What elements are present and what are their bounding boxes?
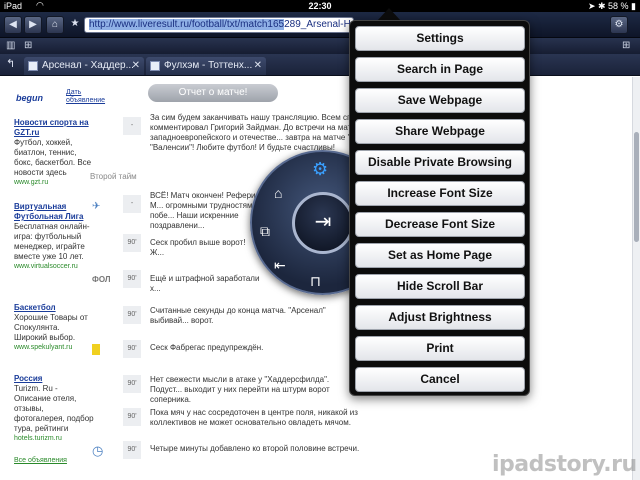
- ad-block: Баскетбол Хорошие Товары от Спокулянта. …: [14, 303, 94, 353]
- event-text: Считанные секунды до конца матча. "Арсен…: [150, 306, 326, 325]
- menu-item-hide-scroll-bar[interactable]: Hide Scroll Bar: [355, 274, 525, 299]
- bookmarks-bar: ▥ ⊞ ⊞: [0, 38, 640, 54]
- ad-text: Бесплатная онлайн-игра: футбольный менед…: [14, 222, 90, 261]
- ad-title-link[interactable]: Виртуальная Футбольная Лига: [14, 202, 94, 222]
- event-text: Ещё и штрафной заработали х...: [150, 274, 260, 293]
- event-minute: 90': [123, 270, 141, 288]
- ad-block: Виртуальная Футбольная Лига Бесплатная о…: [14, 202, 94, 272]
- menu-item-set-as-home-page[interactable]: Set as Home Page: [355, 243, 525, 268]
- home-icon[interactable]: ⌂: [274, 186, 282, 200]
- gear-icon: ⚙: [614, 19, 624, 30]
- url-rest-text: 289_Arsenal-Huddersf: [284, 19, 353, 30]
- post-ad-link[interactable]: Дать объявление: [66, 89, 105, 105]
- event-minute: 90': [123, 441, 141, 459]
- ad-title-link[interactable]: Россия: [14, 374, 94, 384]
- event-text: Пока мяч у нас сосредоточен в центре пол…: [150, 408, 358, 427]
- menu-item-cancel[interactable]: Cancel: [355, 367, 525, 392]
- tab-label: Арсенал - Хаддер...: [42, 60, 134, 71]
- ad-title-link[interactable]: Новости спорта на GZT.ru: [14, 118, 94, 138]
- radial-center-button[interactable]: ⇥: [292, 192, 354, 254]
- begun-logo[interactable]: begun: [16, 93, 43, 103]
- tab-favicon-icon: [150, 61, 160, 71]
- star-icon: ★: [70, 18, 80, 29]
- status-bar: iPad ◠ 22:30 ➤ ✱ 58 % ▮: [0, 0, 640, 12]
- exit-fullscreen-icon[interactable]: ⇤: [274, 258, 286, 272]
- add-tab-icon[interactable]: ⊞: [622, 40, 630, 51]
- ad-block: Россия Turizm. Ru - Описание отеля, отзы…: [14, 374, 94, 444]
- event-text: Нет свежести мысли в атаке у "Хаддерсфил…: [150, 375, 330, 404]
- battery-indicator: ➤ ✱ 58 % ▮: [587, 1, 636, 11]
- all-ads-link[interactable]: Все объявления: [14, 456, 94, 466]
- ad-title-link[interactable]: Баскетбол: [14, 303, 94, 313]
- half-label: Второй тайм: [90, 172, 137, 181]
- yellow-card-icon: [92, 344, 100, 355]
- options-menu: Settings Search in Page Save Webpage Sha…: [349, 20, 530, 396]
- tab-arsenal[interactable]: Арсенал - Хаддер... ✕: [24, 57, 144, 75]
- url-field[interactable]: http://www.liveresult.ru/football/txt/ma…: [84, 17, 354, 33]
- match-report-button[interactable]: Отчет о матче!: [148, 84, 278, 102]
- event-minute: 90': [123, 408, 141, 426]
- menu-item-search-in-page[interactable]: Search in Page: [355, 57, 525, 82]
- clock: 22:30: [308, 1, 332, 11]
- event-minute: -: [123, 117, 141, 135]
- menu-item-adjust-brightness[interactable]: Adjust Brightness: [355, 305, 525, 330]
- tab-back-icon[interactable]: ↰: [6, 57, 15, 70]
- event-text: Четыре минуты добавлено ко второй полови…: [150, 444, 360, 453]
- menu-item-disable-private-browsing[interactable]: Disable Private Browsing: [355, 150, 525, 175]
- browser-toolbar: ◀ ▶ ⌂ ★ http://www.liveresult.ru/footbal…: [0, 12, 640, 38]
- exit-icon: ⇥: [314, 211, 332, 233]
- watermark: ipadstory.ru: [492, 452, 637, 477]
- forward-button[interactable]: ▶: [24, 16, 42, 34]
- tabs-icon[interactable]: ⧉: [260, 224, 270, 238]
- ad-text: Футбол, хоккей, биатлон, теннис, бокс, б…: [14, 138, 92, 177]
- url-selected-text: http://www.liveresult.ru/football/txt/ma…: [89, 19, 285, 30]
- back-button[interactable]: ◀: [4, 16, 22, 34]
- bookmarks-icon[interactable]: ▥: [6, 40, 15, 51]
- grid-icon[interactable]: ⊞: [24, 40, 32, 51]
- menu-item-save-webpage[interactable]: Save Webpage: [355, 88, 525, 113]
- menu-item-print[interactable]: Print: [355, 336, 525, 361]
- tab-label: Фулхэм - Тоттенх...: [164, 60, 253, 71]
- foul-icon: ФОЛ: [92, 275, 111, 284]
- ad-url[interactable]: hotels.turizm.ru: [14, 434, 94, 444]
- home-button[interactable]: ⌂: [46, 16, 64, 34]
- bookmark-star-button[interactable]: ★: [66, 16, 84, 34]
- tab-bar: ↰ Арсенал - Хаддер... ✕ Фулхэм - Тоттенх…: [0, 54, 640, 76]
- tab-fulham[interactable]: Фулхэм - Тоттенх... ✕: [146, 57, 266, 75]
- clock-icon: ◷: [92, 443, 104, 458]
- home-icon: ⌂: [51, 19, 59, 30]
- battery-percent: 58 %: [608, 1, 629, 11]
- close-icon[interactable]: ✕: [132, 57, 140, 74]
- scrollbar-thumb[interactable]: [634, 132, 639, 242]
- ad-url[interactable]: www.virtualsoccer.ru: [14, 262, 94, 272]
- event-minute: 90': [123, 306, 141, 324]
- whistle-icon: ✈: [92, 201, 101, 212]
- bookmarks-book-icon[interactable]: ⊓: [310, 274, 321, 288]
- close-icon[interactable]: ✕: [254, 57, 262, 74]
- ad-block: Новости спорта на GZT.ru Футбол, хоккей,…: [14, 118, 94, 188]
- ad-text: Хорошие Товары от Спокулянта. Широкий вы…: [14, 313, 88, 342]
- tab-favicon-icon: [28, 61, 38, 71]
- menu-item-increase-font-size[interactable]: Increase Font Size: [355, 181, 525, 206]
- menu-item-decrease-font-size[interactable]: Decrease Font Size: [355, 212, 525, 237]
- settings-gear-icon[interactable]: ⚙: [312, 160, 328, 178]
- event-minute: 90': [123, 375, 141, 393]
- event-minute: 90': [123, 234, 141, 252]
- page-scrollbar[interactable]: [632, 77, 640, 480]
- ad-text: Turizm. Ru - Описание отеля, отзывы, фот…: [14, 384, 94, 433]
- ad-url[interactable]: www.spekulyant.ru: [14, 343, 94, 353]
- event-text: Сеск пробил выше ворот! Ж...: [150, 238, 246, 257]
- menu-item-settings[interactable]: Settings: [355, 26, 525, 51]
- event-minute: 90': [123, 340, 141, 358]
- menu-item-share-webpage[interactable]: Share Webpage: [355, 119, 525, 144]
- menu-button[interactable]: ⚙: [610, 16, 628, 34]
- event-text: ВСЁ! Матч окончен! Рефери М... огромными…: [150, 191, 257, 230]
- event-minute: -: [123, 195, 141, 213]
- ad-url[interactable]: www.gzt.ru: [14, 178, 94, 188]
